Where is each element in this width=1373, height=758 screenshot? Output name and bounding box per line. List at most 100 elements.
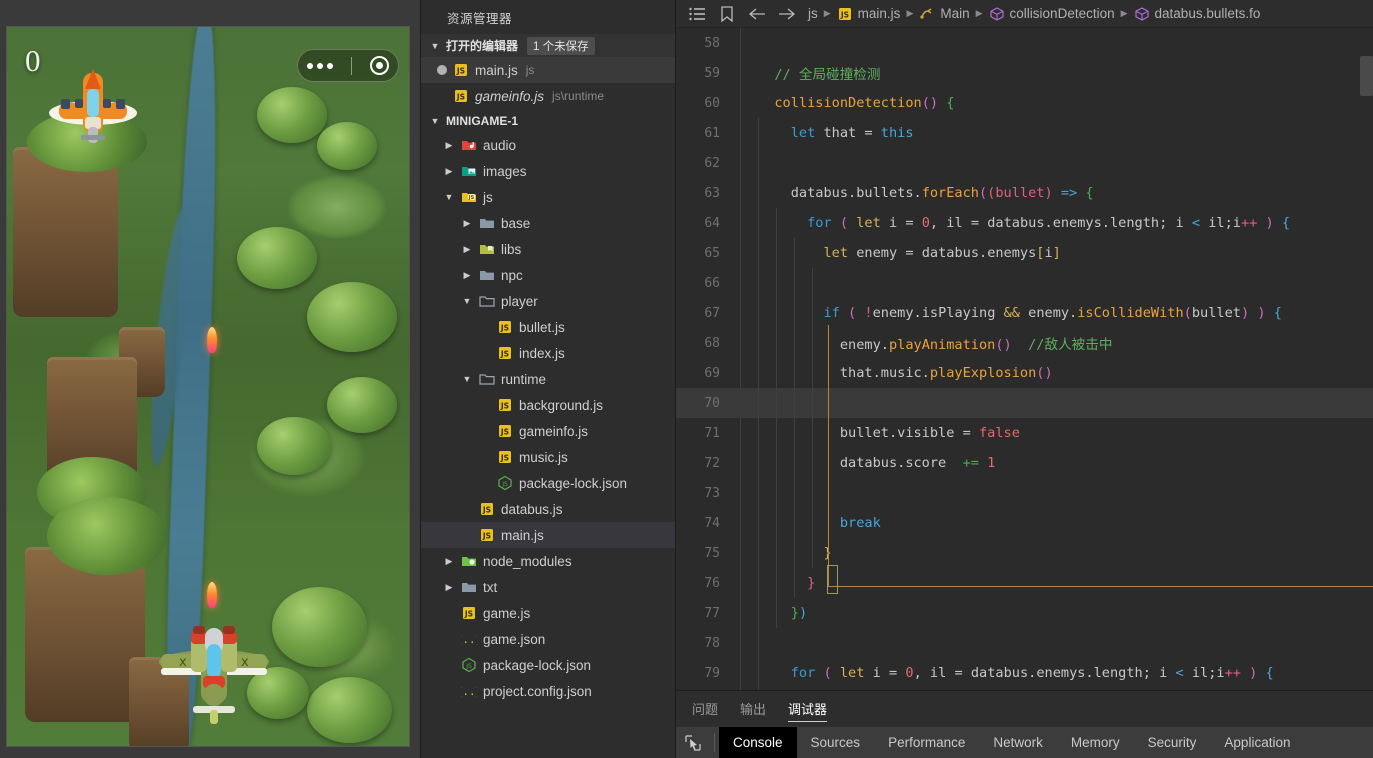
code-line[interactable]: 59 // 全局碰撞检测: [676, 58, 1373, 88]
code-token: that: [815, 125, 865, 141]
code-line[interactable]: 66: [676, 268, 1373, 298]
code-line[interactable]: 71 bullet.visible = false: [676, 418, 1373, 448]
tree-folder-item[interactable]: ▶ node_modules: [421, 548, 675, 574]
devtools-tab-sources[interactable]: Sources: [797, 727, 875, 758]
panel-tab-3[interactable]: 调试器: [788, 691, 828, 726]
code-line[interactable]: 74 break: [676, 508, 1373, 538]
tree-folder-item[interactable]: ▶ audio: [421, 132, 675, 158]
code-line[interactable]: 64 for ( let i = 0, il = databus.enemys.…: [676, 208, 1373, 238]
code-editor[interactable]: 58 59 // 全局碰撞检测 60 collisionDetection() {6…: [676, 28, 1373, 690]
open-editors-header[interactable]: ▼ 打开的编辑器 1 个未保存: [421, 34, 675, 57]
tree-decoration: [237, 227, 317, 289]
tree-file-item[interactable]: JS package-lock.json: [421, 652, 675, 678]
target-circle-icon[interactable]: [370, 56, 389, 75]
code-token: let: [790, 125, 816, 141]
folder-icon: [480, 219, 494, 228]
enemy-plane-sprite: [49, 69, 137, 143]
tree-folder-item[interactable]: ▶ base: [421, 210, 675, 236]
tree-folder-item[interactable]: ▶ libs: [421, 236, 675, 262]
breadcrumb-label: databus.bullets.fo: [1154, 6, 1261, 21]
outline-list-icon[interactable]: [682, 0, 712, 27]
code-token: isPlaying: [921, 305, 996, 321]
tree-file-item[interactable]: JS bullet.js: [421, 314, 675, 340]
code-line[interactable]: 67 if ( !enemy.isPlaying && enemy.isColl…: [676, 298, 1373, 328]
line-number: 68: [704, 335, 720, 351]
project-header[interactable]: ▼ MINIGAME-1: [421, 109, 675, 132]
inspect-cursor-icon[interactable]: [676, 727, 710, 758]
code-token: (): [921, 95, 939, 111]
tree-file-item[interactable]: JS music.js: [421, 444, 675, 470]
editor-scrollbar-thumb[interactable]: [1360, 56, 1373, 96]
code-line[interactable]: 73: [676, 478, 1373, 508]
project-file-tree: ▶ audio ▶ images ▼ JS js ▶ base ▶ libs ▶ npc ▼ player J…: [421, 132, 675, 704]
tree-item-label: runtime: [501, 371, 547, 387]
code-line-text: for ( let i = 0, il = databus.enemys.len…: [740, 215, 1373, 231]
tree-folder-item[interactable]: ▶ txt: [421, 574, 675, 600]
game-preview-screen[interactable]: x x 0: [7, 27, 409, 746]
open-editor-item[interactable]: JS gameinfo.js js\runtime: [421, 83, 675, 109]
code-line[interactable]: 69 that.music.playExplosion(): [676, 358, 1373, 388]
tree-file-item[interactable]: {..} game.json: [421, 626, 675, 652]
cliff-decoration: [25, 547, 145, 722]
tree-folder-item[interactable]: ▼ JS js: [421, 184, 675, 210]
code-line[interactable]: 77 }): [676, 598, 1373, 628]
tree-file-item[interactable]: JS main.js: [421, 522, 675, 548]
panel-tab-2[interactable]: 输出: [740, 691, 766, 726]
tree-file-item[interactable]: JS package-lock.json: [421, 470, 675, 496]
capsule-divider: [351, 56, 352, 75]
code-line-text: for ( let i = 0, il = databus.enemys.len…: [740, 665, 1373, 681]
breadcrumb-item[interactable]: collisionDetection: [989, 6, 1115, 22]
code-line[interactable]: 62: [676, 148, 1373, 178]
code-line[interactable]: 72 databus.score += 1: [676, 448, 1373, 478]
node-json-icon: JS: [498, 475, 512, 491]
panel-tab-bar: 问题 输出 调试器: [676, 691, 1373, 726]
code-line[interactable]: 61 let that = this: [676, 118, 1373, 148]
folder-audio-icon: [462, 141, 476, 150]
more-dots-icon[interactable]: [307, 62, 333, 69]
tree-folder-item[interactable]: ▶ npc: [421, 262, 675, 288]
tree-folder-item[interactable]: ▼ runtime: [421, 366, 675, 392]
devtools-tab-label: Network: [993, 735, 1043, 750]
tree-decoration: [307, 677, 392, 743]
breadcrumb-item[interactable]: databus.bullets.fo: [1134, 6, 1261, 22]
code-line[interactable]: 76 }: [676, 568, 1373, 598]
breadcrumb-item[interactable]: Main: [919, 6, 970, 22]
tree-file-item[interactable]: JS background.js: [421, 392, 675, 418]
code-token: +=: [962, 455, 979, 471]
tree-file-item[interactable]: JS game.js: [421, 600, 675, 626]
tree-folder-item[interactable]: ▶ images: [421, 158, 675, 184]
tree-folder-item[interactable]: ▼ player: [421, 288, 675, 314]
wechat-capsule-bar[interactable]: [297, 49, 399, 82]
open-editor-item[interactable]: JS main.js js: [421, 57, 675, 83]
code-line[interactable]: 79 for ( let i = 0, il = databus.enemys.…: [676, 658, 1373, 688]
bookmark-icon[interactable]: [712, 0, 742, 27]
devtools-tab-console[interactable]: Console: [719, 727, 797, 758]
code-line[interactable]: 58: [676, 28, 1373, 58]
devtools-tab-memory[interactable]: Memory: [1057, 727, 1134, 758]
forward-arrow-icon[interactable]: [772, 0, 802, 27]
breadcrumb-item[interactable]: js: [808, 6, 818, 21]
devtools-tab-performance[interactable]: Performance: [874, 727, 979, 758]
code-line[interactable]: 68 enemy.playAnimation() //敌人被击中: [676, 328, 1373, 358]
code-line[interactable]: 70: [676, 388, 1373, 418]
code-line[interactable]: 63 databus.bullets.forEach((bullet) => {: [676, 178, 1373, 208]
devtools-tab-application[interactable]: Application: [1210, 727, 1304, 758]
tree-file-item[interactable]: {..} project.config.json: [421, 678, 675, 704]
breadcrumb-item[interactable]: JS main.js: [837, 6, 900, 22]
bottom-panel: 问题 输出 调试器 Console Sources Performance Network…: [676, 690, 1373, 758]
back-arrow-icon[interactable]: [742, 0, 772, 27]
code-line[interactable]: 65 let enemy = databus.enemys[i]: [676, 238, 1373, 268]
code-line[interactable]: 78: [676, 628, 1373, 658]
code-line-text: // 全局碰撞检测: [740, 63, 1373, 83]
code-line[interactable]: 60 collisionDetection() {: [676, 88, 1373, 118]
tree-file-item[interactable]: JS gameinfo.js: [421, 418, 675, 444]
tree-file-item[interactable]: JS index.js: [421, 340, 675, 366]
code-line[interactable]: 75 }: [676, 538, 1373, 568]
devtools-tab-network[interactable]: Network: [979, 727, 1057, 758]
tree-item-label: npc: [501, 267, 523, 283]
devtools-tab-security[interactable]: Security: [1134, 727, 1211, 758]
panel-tab-1[interactable]: 问题: [692, 691, 718, 726]
tree-file-item[interactable]: JS databus.js: [421, 496, 675, 522]
tree-item-label: audio: [483, 137, 517, 153]
